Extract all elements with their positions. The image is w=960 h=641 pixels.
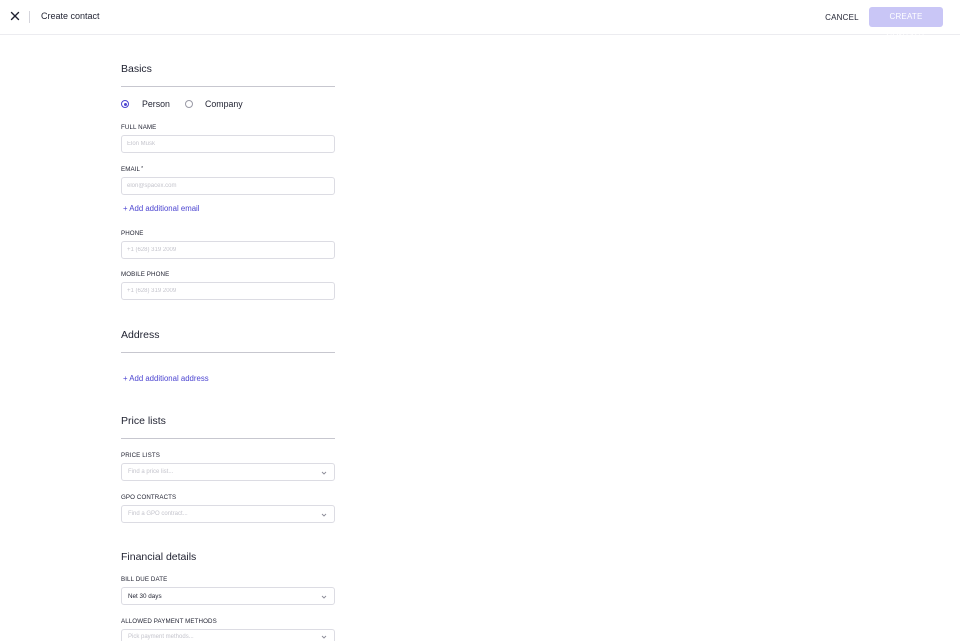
radio-person[interactable] xyxy=(121,100,129,108)
gpo-contract-placeholder: Find a GPO contract... xyxy=(128,511,188,517)
chevron-down-icon xyxy=(321,595,327,599)
section-title-address: Address xyxy=(121,329,160,341)
chevron-down-icon xyxy=(321,471,327,475)
email-input[interactable] xyxy=(121,177,335,195)
section-title-financial: Financial details xyxy=(121,551,197,563)
section-divider xyxy=(121,86,335,87)
close-icon xyxy=(10,11,20,21)
bill-due-date-value: Net 30 days xyxy=(128,593,162,600)
chevron-down-icon xyxy=(321,635,327,639)
add-address-link[interactable]: + Add additional address xyxy=(123,374,209,383)
cancel-button[interactable]: CANCEL xyxy=(822,8,862,27)
chevron-down-icon xyxy=(321,513,327,517)
page-title: Create contact xyxy=(41,11,100,21)
close-button[interactable] xyxy=(8,9,22,23)
bill-due-date-select[interactable]: Net 30 days xyxy=(121,587,335,605)
top-bar: Create contact CANCEL CREATE CONTACT xyxy=(0,0,960,41)
payment-methods-label: ALLOWED PAYMENT METHODS xyxy=(121,618,217,625)
phone-label: PHONE xyxy=(121,230,144,237)
full-name-label: FULL NAME xyxy=(121,124,157,131)
phone-input[interactable] xyxy=(121,241,335,259)
section-title-price-lists: Price lists xyxy=(121,415,166,427)
required-mark: * xyxy=(141,166,144,172)
payment-methods-placeholder: Pick payment methods... xyxy=(128,634,194,640)
add-email-link[interactable]: + Add additional email xyxy=(123,204,200,213)
email-label: EMAIL* xyxy=(121,166,143,173)
section-title-basics: Basics xyxy=(121,63,152,75)
radio-company-label[interactable]: Company xyxy=(205,99,243,109)
header-divider xyxy=(29,11,30,23)
mobile-phone-input[interactable] xyxy=(121,282,335,300)
price-lists-label: PRICE LISTS xyxy=(121,452,160,459)
radio-company[interactable] xyxy=(185,100,193,108)
price-list-select[interactable]: Find a price list... xyxy=(121,463,335,481)
bill-due-date-label: BILL DUE DATE xyxy=(121,576,168,583)
gpo-contract-select[interactable]: Find a GPO contract... xyxy=(121,505,335,523)
price-list-placeholder: Find a price list... xyxy=(128,469,174,475)
payment-methods-select[interactable]: Pick payment methods... xyxy=(121,629,335,641)
section-divider xyxy=(121,438,335,439)
section-divider xyxy=(121,352,335,353)
radio-person-label[interactable]: Person xyxy=(142,99,170,109)
gpo-contracts-label: GPO CONTRACTS xyxy=(121,494,177,501)
create-contact-button[interactable]: CREATE CONTACT xyxy=(869,7,943,41)
full-name-input[interactable] xyxy=(121,135,335,153)
mobile-phone-label: MOBILE PHONE xyxy=(121,271,170,278)
email-label-text: EMAIL xyxy=(121,166,141,173)
